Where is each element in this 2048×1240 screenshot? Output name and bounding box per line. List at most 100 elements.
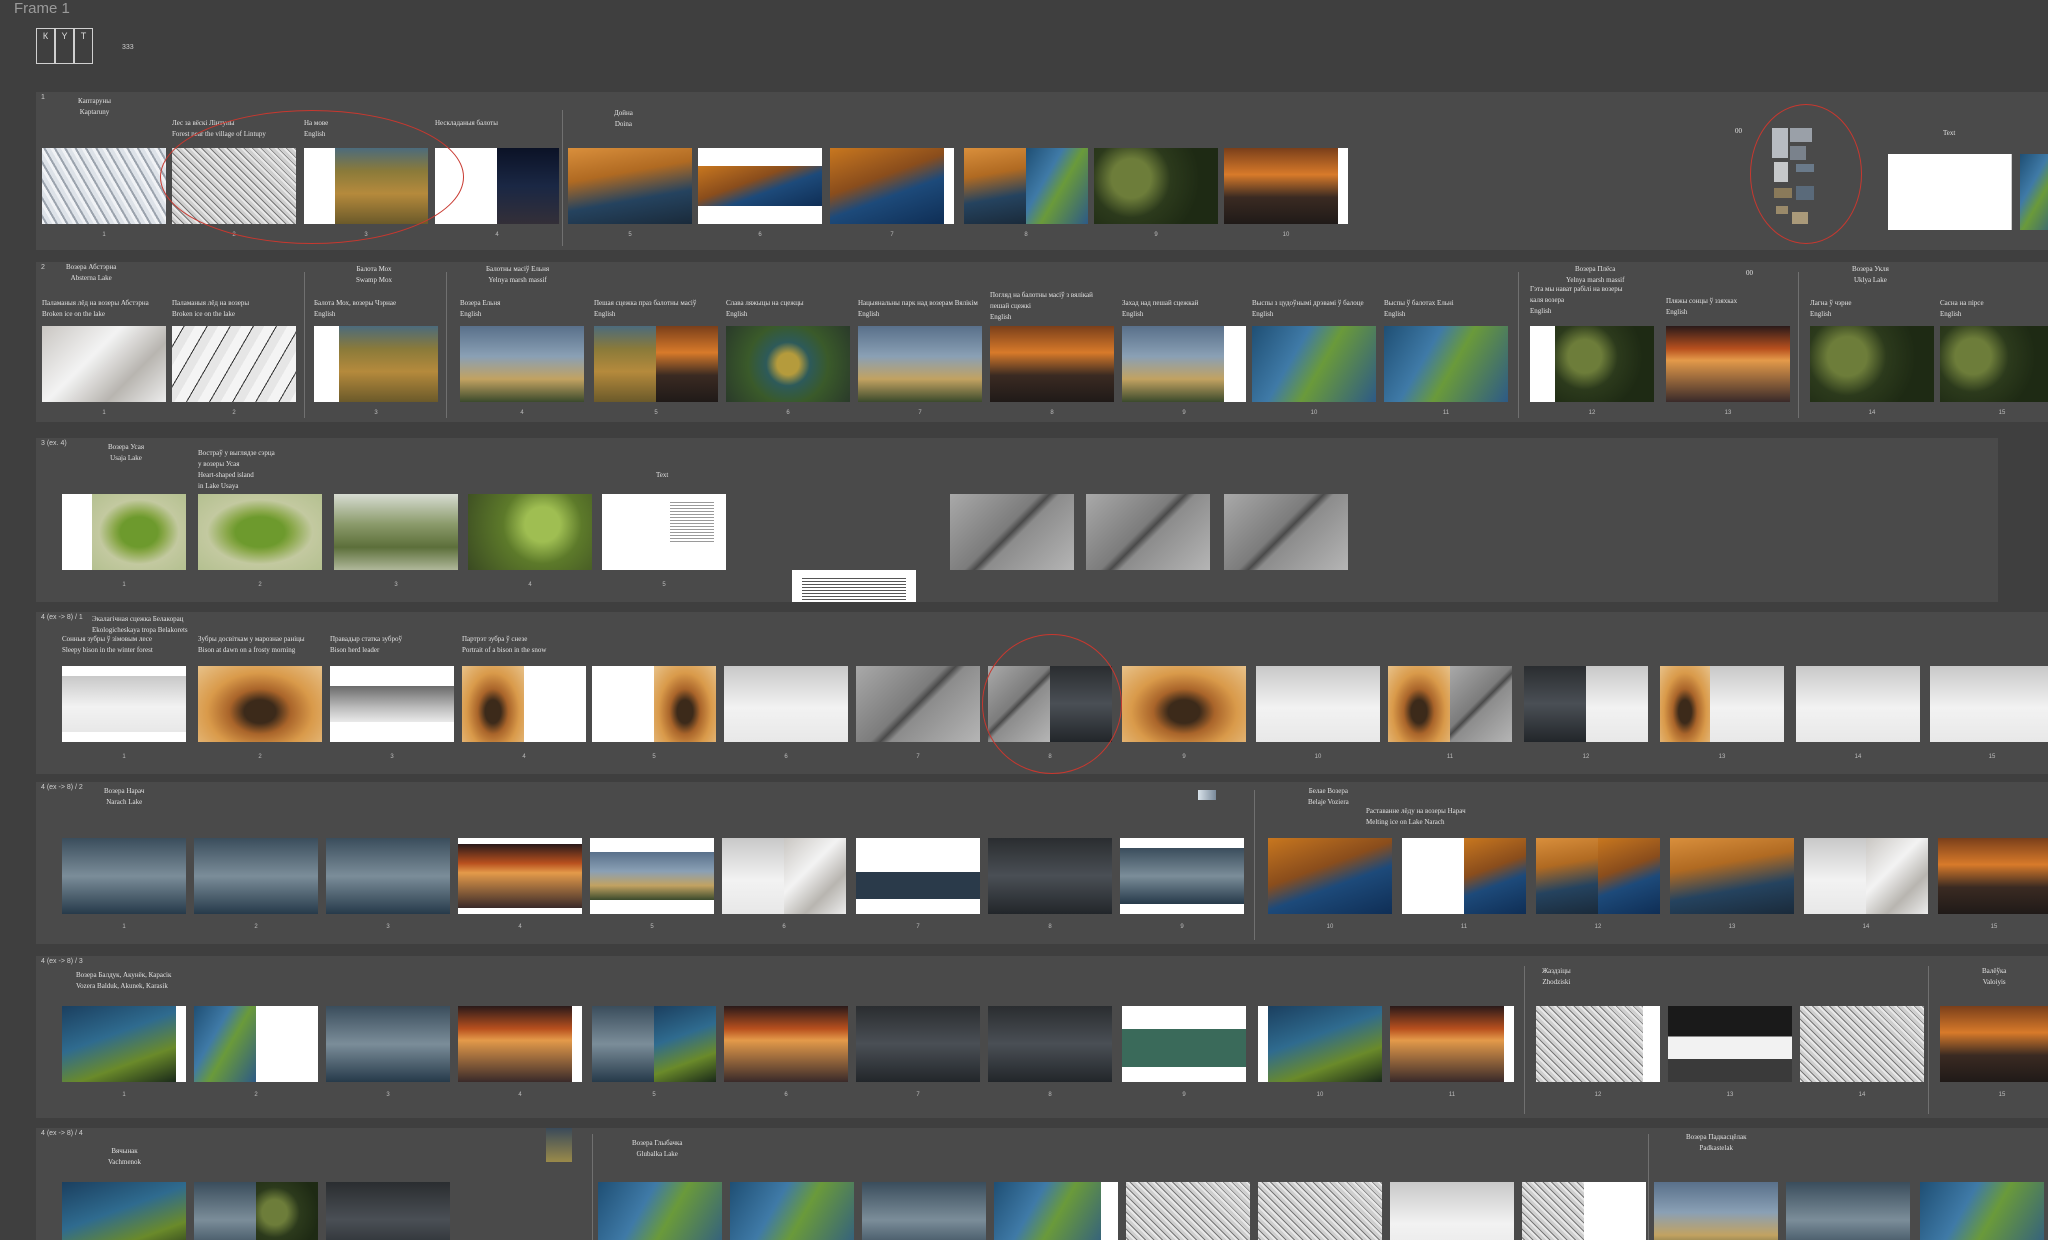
spread[interactable] [62,494,186,570]
spread[interactable] [592,666,716,742]
spread[interactable] [722,838,846,914]
spread[interactable] [856,666,980,742]
spread[interactable] [42,148,166,224]
spread[interactable] [592,1006,716,1082]
spread[interactable] [314,326,438,402]
thumbnail-icon[interactable] [1198,790,1216,800]
spread[interactable] [1258,1182,1382,1240]
section-6[interactable]: 4 (ex -> 8) / 3 Возера Балдук, Акунёк, К… [36,956,2048,1118]
spread[interactable] [194,838,318,914]
spread[interactable] [726,326,850,402]
spread[interactable] [1660,666,1784,742]
spread[interactable] [326,838,450,914]
thumbnail-icon[interactable] [546,1128,572,1162]
spread[interactable] [1224,148,1348,224]
spread[interactable] [988,1006,1112,1082]
spread[interactable] [62,1006,186,1082]
spread[interactable] [1390,1182,1514,1240]
spread[interactable] [856,838,980,914]
spread[interactable] [198,494,322,570]
spread[interactable] [568,148,692,224]
spread[interactable] [856,1006,980,1082]
spread[interactable] [590,838,714,914]
spread[interactable] [598,1182,722,1240]
spread[interactable] [1888,154,2012,230]
spread[interactable] [1252,326,1376,402]
annotation-circle[interactable] [160,110,464,244]
spread[interactable] [1810,326,1934,402]
spread[interactable] [462,666,586,742]
spread[interactable] [468,494,592,570]
spread[interactable] [1796,666,1920,742]
spread[interactable] [1940,326,2048,402]
spread[interactable] [1122,326,1246,402]
spread[interactable] [724,1006,848,1082]
spread[interactable] [1654,1182,1778,1240]
spread[interactable] [326,1006,450,1082]
spread[interactable] [1930,666,2048,742]
spread[interactable] [1268,838,1392,914]
legend-boxes[interactable]: К Y Т [36,28,93,64]
spread[interactable] [1786,1182,1910,1240]
legend-box-y[interactable]: Y [55,28,74,64]
spread[interactable] [1530,326,1654,402]
spread[interactable] [1094,148,1218,224]
spread[interactable] [862,1182,986,1240]
spread[interactable] [1224,494,1348,570]
spread[interactable] [1940,1006,2048,1082]
spread[interactable] [42,326,166,402]
spread[interactable] [730,1182,854,1240]
spread[interactable] [1938,838,2048,914]
spread[interactable] [594,326,718,402]
spread[interactable] [2020,154,2048,230]
annotation-circle[interactable] [982,634,1122,774]
spread[interactable] [198,666,322,742]
spread[interactable] [1666,326,1790,402]
spread[interactable] [460,326,584,402]
spread[interactable] [1524,666,1648,742]
text-spread[interactable] [602,494,726,570]
spread[interactable] [1256,666,1380,742]
spread[interactable] [1384,326,1508,402]
spread[interactable] [830,148,954,224]
spread[interactable] [964,148,1088,224]
spread[interactable] [1402,838,1526,914]
spread[interactable] [1668,1006,1792,1082]
section-3[interactable]: 3 (ex. 4) Возера Усая Usaja Lake Востраў… [36,438,1998,602]
annotation-circle[interactable] [1750,104,1862,244]
section-7[interactable]: 4 (ex -> 8) / 4 Вячынак Vachmenok Возера… [36,1128,2048,1240]
legend-box-k[interactable]: К [36,28,55,64]
spread[interactable] [988,838,1112,914]
text-spread[interactable] [792,570,916,602]
spread[interactable] [1522,1182,1646,1240]
spread[interactable] [194,1182,318,1240]
spread[interactable] [458,1006,582,1082]
spread[interactable] [194,1006,318,1082]
spread[interactable] [1122,1006,1246,1082]
spread[interactable] [990,326,1114,402]
spread[interactable] [62,1182,186,1240]
spread[interactable] [1670,838,1794,914]
spread[interactable] [1536,838,1660,914]
spread[interactable] [334,494,458,570]
spread[interactable] [698,148,822,224]
section-2[interactable]: 2 Возера Абстэрна Absterna Lake Паламаны… [36,262,2048,422]
spread[interactable] [1536,1006,1660,1082]
spread[interactable] [1120,838,1244,914]
section-5[interactable]: 4 (ex -> 8) / 2 Возера Нарач Narach Lake… [36,782,2048,944]
spread[interactable] [62,838,186,914]
design-canvas[interactable]: Frame 1 К Y Т 333 1 Каптаруны Kaptaruny … [0,0,2048,1240]
spread[interactable] [1804,838,1928,914]
legend-box-t[interactable]: Т [74,28,93,64]
spread[interactable] [1920,1182,2044,1240]
spread[interactable] [172,326,296,402]
spread[interactable] [1800,1006,1924,1082]
spread[interactable] [330,666,454,742]
spread[interactable] [724,666,848,742]
spread[interactable] [1258,1006,1382,1082]
spread[interactable] [62,666,186,742]
spread[interactable] [1086,494,1210,570]
spread[interactable] [326,1182,450,1240]
spread[interactable] [1122,666,1246,742]
spread[interactable] [1390,1006,1514,1082]
